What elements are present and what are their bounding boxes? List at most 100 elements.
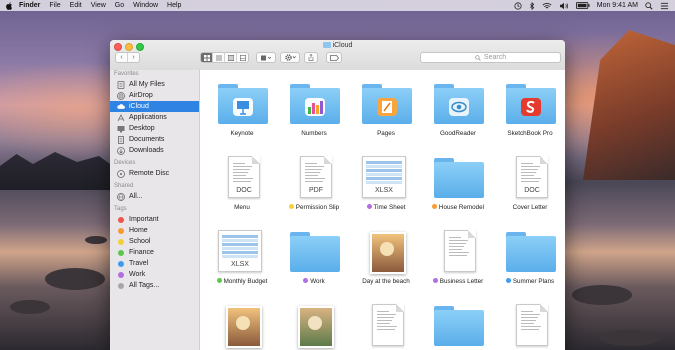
menu-view[interactable]: View bbox=[91, 2, 106, 9]
file-item[interactable]: House Remodel bbox=[426, 154, 490, 211]
wallpaper-rock bbox=[45, 268, 105, 290]
file-item[interactable]: Pages bbox=[354, 80, 418, 137]
sidebar-tag-work[interactable]: Work bbox=[110, 269, 199, 280]
tag-list: Important Home School Finance Travel Work All … bbox=[110, 214, 199, 291]
sidebar-item-applications[interactable]: Applications bbox=[110, 112, 199, 123]
icon-view-button[interactable] bbox=[201, 53, 213, 62]
file-name: GoodReader bbox=[426, 130, 490, 137]
column-view-icon bbox=[227, 54, 234, 61]
file-name-text: Cover Letter bbox=[512, 204, 548, 211]
file-name: Day at the beach bbox=[354, 278, 418, 285]
document-icon bbox=[372, 304, 404, 346]
sidebar-tag-important[interactable]: Important bbox=[110, 214, 199, 225]
action-button[interactable] bbox=[280, 52, 300, 63]
sidebar-item-label: Desktop bbox=[129, 125, 155, 132]
file-item[interactable]: GoodReader bbox=[426, 80, 490, 137]
menu-go[interactable]: Go bbox=[115, 2, 124, 9]
file-item[interactable]: Summer Plans bbox=[498, 228, 562, 285]
tag-color-dot-icon bbox=[117, 238, 125, 246]
sidebar-tag-home[interactable]: Home bbox=[110, 225, 199, 236]
sidebar-tag-all-tags[interactable]: All Tags... bbox=[110, 280, 199, 291]
menu-help[interactable]: Help bbox=[167, 2, 181, 9]
menu-app-name[interactable]: Finder bbox=[19, 2, 40, 9]
file-name-text: Day at the beach bbox=[362, 278, 410, 285]
file-item[interactable]: XLSX Time Sheet bbox=[354, 154, 418, 211]
downloads-icon bbox=[117, 146, 125, 155]
column-view-button[interactable] bbox=[225, 53, 237, 62]
file-tag-dot bbox=[303, 278, 309, 283]
file-item[interactable]: DOC Cover Letter bbox=[498, 154, 562, 211]
apple-menu-icon[interactable] bbox=[5, 1, 13, 10]
notification-center-icon[interactable] bbox=[660, 2, 669, 10]
spotlight-search-icon[interactable] bbox=[645, 1, 653, 10]
pages-app-icon bbox=[377, 98, 397, 116]
document-icon: DOC bbox=[516, 156, 548, 198]
bluetooth-icon[interactable] bbox=[529, 1, 535, 10]
sidebar-item-downloads[interactable]: Downloads bbox=[110, 145, 199, 156]
file-item[interactable]: Business Letter bbox=[426, 228, 490, 285]
file-item[interactable]: Keynote bbox=[210, 80, 274, 137]
file-item[interactable]: Day at the beach bbox=[354, 228, 418, 285]
menu-file[interactable]: File bbox=[49, 2, 60, 9]
sidebar-item-label: Travel bbox=[129, 260, 149, 267]
file-thumbnail bbox=[426, 80, 490, 126]
file-item[interactable] bbox=[354, 302, 418, 350]
arrange-button[interactable] bbox=[256, 52, 276, 63]
sidebar-tag-travel[interactable]: Travel bbox=[110, 258, 199, 269]
menu-edit[interactable]: Edit bbox=[70, 2, 82, 9]
sidebar-item-label: Home bbox=[129, 227, 148, 234]
file-thumbnail bbox=[282, 228, 346, 274]
battery-icon[interactable] bbox=[575, 2, 590, 9]
file-name-text: Monthly Budget bbox=[223, 278, 268, 285]
sidebar-tag-finance[interactable]: Finance bbox=[110, 247, 199, 258]
sidebar-item-icloud[interactable]: iCloud bbox=[110, 101, 199, 112]
file-tag-dot bbox=[431, 204, 437, 209]
sidebar-tag-school[interactable]: School bbox=[110, 236, 199, 247]
sidebar-item-label: Documents bbox=[129, 136, 165, 143]
cloud-icon bbox=[117, 103, 125, 111]
file-item[interactable]: SketchBook Pro bbox=[498, 80, 562, 137]
time-machine-icon[interactable] bbox=[514, 1, 522, 10]
file-item[interactable]: DOC Menu bbox=[210, 154, 274, 211]
file-item[interactable]: PDF Permission Slip bbox=[282, 154, 346, 211]
wallpaper-trees bbox=[0, 152, 110, 190]
volume-icon[interactable] bbox=[559, 2, 569, 10]
sidebar-item-all-my-files[interactable]: All My Files bbox=[110, 79, 199, 90]
file-item[interactable]: XLSX Monthly Budget bbox=[210, 228, 274, 285]
file-item[interactable] bbox=[498, 302, 562, 350]
file-name-text: Time Sheet bbox=[373, 204, 406, 211]
cover-flow-button[interactable] bbox=[237, 53, 248, 62]
share-button[interactable] bbox=[304, 52, 318, 63]
edit-tags-button[interactable] bbox=[326, 52, 342, 63]
sidebar-item-airdrop[interactable]: AirDrop bbox=[110, 90, 199, 101]
wallpaper-rock bbox=[600, 330, 660, 346]
file-item[interactable] bbox=[210, 302, 274, 350]
wifi-icon[interactable] bbox=[542, 2, 552, 10]
back-button[interactable]: ‹ bbox=[116, 53, 128, 62]
sidebar-item-desktop[interactable]: Desktop bbox=[110, 123, 199, 134]
file-grid: Keynote Numbers Pages GoodReader SketchBook … bbox=[200, 70, 565, 350]
sidebar-item-all-shared[interactable]: All... bbox=[110, 191, 199, 202]
file-item[interactable]: Work bbox=[282, 228, 346, 285]
menu-clock[interactable]: Mon 9:41 AM bbox=[597, 2, 638, 9]
file-item[interactable] bbox=[282, 302, 346, 350]
search-field[interactable]: Search bbox=[420, 52, 561, 63]
file-thumbnail: DOC bbox=[498, 154, 562, 200]
share-icon bbox=[308, 54, 314, 61]
file-thumbnail bbox=[282, 302, 346, 348]
tag-color-dot-icon bbox=[117, 260, 125, 268]
window-titlebar: iCloud ‹ › Search bbox=[110, 40, 565, 71]
folder-icon bbox=[434, 84, 484, 124]
wallpaper-rock bbox=[572, 285, 632, 305]
menu-window[interactable]: Window bbox=[133, 2, 158, 9]
file-item[interactable]: Numbers bbox=[282, 80, 346, 137]
sidebar-item-remote-disc[interactable]: Remote Disc bbox=[110, 168, 199, 179]
tag-dot bbox=[118, 260, 124, 267]
forward-button[interactable]: › bbox=[128, 53, 139, 62]
file-thumbnail bbox=[354, 80, 418, 126]
file-item[interactable] bbox=[426, 302, 490, 350]
sidebar-item-documents[interactable]: Documents bbox=[110, 134, 199, 145]
tag-dot bbox=[118, 216, 124, 223]
list-view-button[interactable] bbox=[213, 53, 225, 62]
sidebar-item-label: All Tags... bbox=[129, 282, 160, 289]
